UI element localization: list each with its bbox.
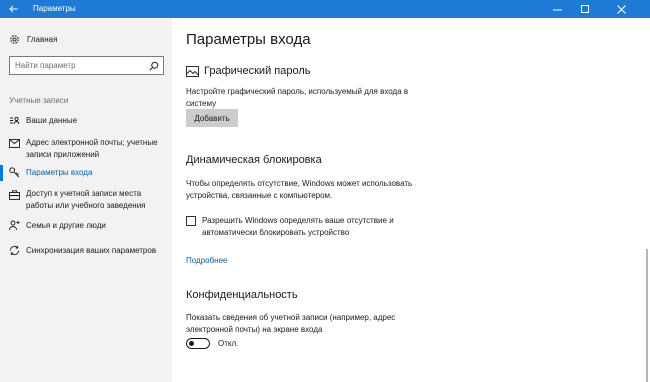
learn-more-link[interactable]: Подробнее	[186, 256, 228, 265]
sidebar-item-label: Параметры входа	[26, 168, 93, 177]
sidebar-item-work-access[interactable]: Доступ к учетной записи места работы или…	[0, 188, 172, 212]
back-arrow-icon	[8, 5, 17, 13]
search-icon[interactable]	[149, 61, 159, 71]
picture-password-description: Настройте графический пароль, используем…	[186, 87, 409, 108]
picture-icon	[186, 65, 200, 77]
sidebar-item-family[interactable]: Семья и другие люди	[0, 220, 172, 232]
search-input[interactable]	[15, 59, 145, 72]
sidebar-item-label: Ваши данные	[26, 116, 78, 125]
sync-icon	[9, 245, 20, 256]
picture-password-heading: Графический пароль	[204, 65, 311, 77]
person-card-icon	[9, 115, 20, 126]
minimize-button[interactable]	[543, 0, 571, 18]
sidebar-item-sign-in-options[interactable]: Параметры входа	[0, 165, 172, 181]
sidebar-item-label: Синхронизация ваших параметров	[26, 246, 157, 255]
privacy-toggle-label: Откл.	[218, 339, 239, 348]
home-link[interactable]: Главная	[9, 33, 57, 45]
people-add-icon	[9, 220, 20, 231]
gear-icon	[9, 33, 23, 45]
briefcase-icon	[9, 189, 20, 200]
close-button[interactable]	[607, 0, 635, 18]
scrollbar[interactable]	[646, 249, 648, 382]
back-button[interactable]	[0, 0, 26, 18]
home-label: Главная	[27, 34, 58, 44]
dynamic-lock-checkbox-label[interactable]: Разрешить Windows определять ваше отсутс…	[202, 215, 424, 238]
close-icon	[616, 4, 626, 14]
sidebar-item-sync[interactable]: Синхронизация ваших параметров	[0, 245, 172, 257]
mail-icon	[9, 138, 20, 149]
dynamic-lock-checkbox[interactable]	[186, 216, 196, 226]
privacy-description: Показать сведения об учетной записи (нап…	[186, 313, 396, 334]
sidebar-item-label: Доступ к учетной записи места работы или…	[26, 189, 146, 210]
sidebar-item-email-accounts[interactable]: Адрес электронной почты; учетные записи …	[0, 137, 172, 161]
key-icon	[9, 167, 20, 178]
active-indicator	[0, 165, 3, 181]
title-bar: Параметры	[0, 0, 650, 18]
maximize-button[interactable]	[571, 0, 599, 18]
privacy-toggle[interactable]	[186, 338, 210, 349]
maximize-icon	[580, 4, 589, 13]
dynamic-lock-heading: Динамическая блокировка	[186, 154, 322, 166]
privacy-heading: Конфиденциальность	[186, 289, 298, 301]
search-box[interactable]	[9, 56, 164, 75]
sidebar-item-label: Адрес электронной почты; учетные записи …	[26, 138, 158, 159]
sidebar-item-your-info[interactable]: Ваши данные	[0, 115, 172, 127]
toggle-knob	[189, 340, 194, 346]
sidebar-item-label: Семья и другие люди	[26, 221, 106, 230]
window-title: Параметры	[33, 4, 76, 13]
minimize-icon	[552, 9, 562, 10]
dynamic-lock-description: Чтобы определять отсутствие, Windows мож…	[186, 179, 413, 200]
add-picture-password-button[interactable]: Добавить	[186, 109, 238, 127]
picture-password-heading-row: Графический пароль	[186, 65, 311, 77]
sidebar: Главная Учетные записи Ваши данные Адрес…	[0, 18, 172, 382]
page-title: Параметры входа	[186, 31, 311, 48]
main-content: Параметры входа Графический пароль Настр…	[172, 18, 650, 382]
section-title: Учетные записи	[9, 96, 69, 105]
